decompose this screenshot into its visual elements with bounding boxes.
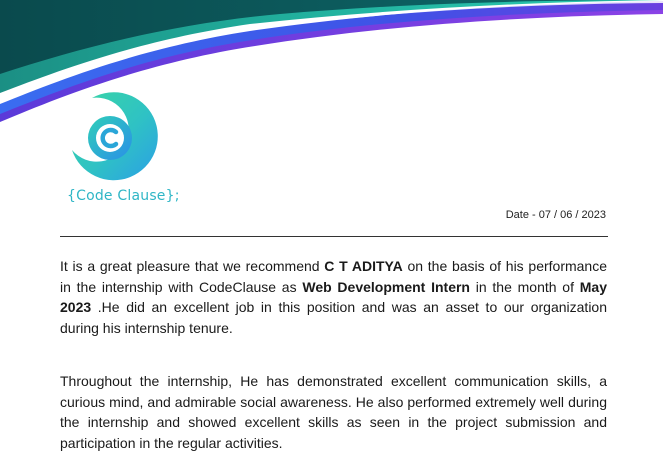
- p1-text-1: It is a great pleasure that we recommend: [60, 258, 325, 274]
- header-divider: [60, 236, 608, 237]
- p1-text-4: .He did an excellent job in this positio…: [60, 299, 607, 336]
- code-clause-logo: [72, 92, 158, 181]
- brand-name: {Code Clause};: [67, 188, 180, 204]
- intern-role: Web Development Intern: [302, 278, 470, 295]
- letter-date: Date - 07 / 06 / 2023: [505, 209, 606, 221]
- recommendation-paragraph: It is a great pleasure that we recommend…: [60, 256, 607, 338]
- intern-name: C T ADITYA: [324, 258, 403, 274]
- p1-text-3: in the month of: [475, 278, 580, 295]
- performance-paragraph: Throughout the internship, He has demons…: [60, 373, 607, 451]
- recommendation-letter-page: {Code Clause}; Date - 07 / 06 / 2023 It …: [0, 0, 663, 468]
